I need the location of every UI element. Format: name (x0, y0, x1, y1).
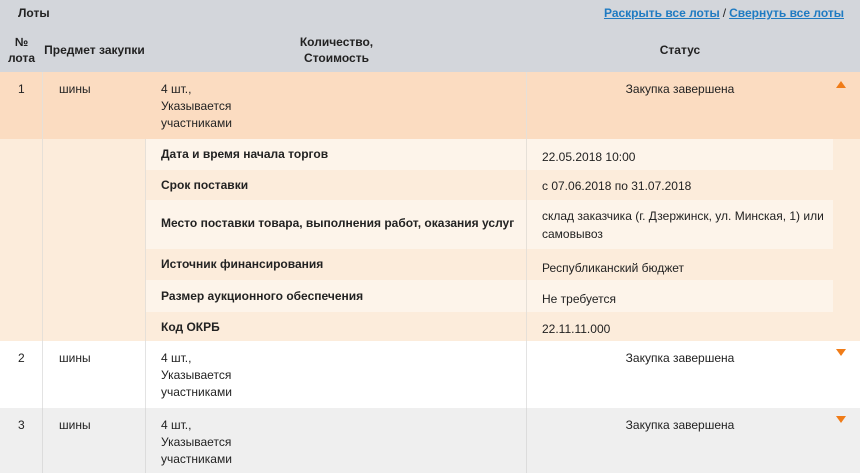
expand-arrow-icon[interactable] (836, 349, 846, 356)
links-separator: / (722, 6, 727, 20)
detail-value: склад заказчика (г. Дзержинск, ул. Минск… (542, 209, 824, 241)
detail-row: Дата и время начала торгов 22.05.2018 10… (0, 139, 860, 170)
expand-collapse-links: Раскрыть все лоты / Свернуть все лоты (604, 6, 844, 20)
detail-label: Дата и время начала торгов (161, 147, 329, 161)
lot-quantity: 4 шт., Указывается участниками (146, 341, 527, 408)
lot-details: Дата и время начала торгов 22.05.2018 10… (0, 139, 860, 341)
lot-subject: шины (59, 82, 91, 96)
detail-label: Размер аукционного обеспечения (161, 289, 364, 303)
lot-row[interactable]: 2 шины 4 шт., Указывается участниками Заку… (0, 341, 860, 408)
detail-row: Срок поставки с 07.06.2018 по 31.07.2018 (0, 170, 860, 200)
lot-status: Закупка завершена (625, 82, 735, 96)
detail-row: Источник финансирования Республиканский … (0, 249, 860, 280)
lot-quantity: 4 шт., Указывается участниками (146, 72, 527, 139)
detail-row: Размер аукционного обеспечения Не требуе… (0, 280, 860, 312)
table-header: № лота Предмет закупки Количество, Стоимос… (0, 28, 860, 72)
detail-row: Код ОКРБ 22.11.11.000 (0, 312, 860, 341)
detail-label: Источник финансирования (161, 257, 324, 271)
detail-row: Место поставки товара, выполнения работ,… (0, 200, 860, 249)
detail-label: Срок поставки (161, 178, 249, 192)
detail-value: с 07.06.2018 по 31.07.2018 (542, 179, 692, 193)
lot-subject: шины (43, 341, 146, 408)
expand-arrow-icon[interactable] (836, 416, 846, 423)
detail-value: Республиканский бюджет (542, 261, 685, 275)
lot-number: 2 (0, 341, 43, 408)
detail-value: Не требуется (542, 292, 616, 306)
lot-number: 1 (0, 72, 43, 139)
detail-value: 22.05.2018 10:00 (542, 150, 636, 164)
lot-subject: шины (43, 408, 146, 473)
col-header-subject: Предмет закупки (44, 43, 145, 57)
col-header-lot-number: № лота (7, 35, 36, 65)
lot-row[interactable]: 3 шины 4 шт., Указывается участниками Заку… (0, 408, 860, 473)
expand-all-link[interactable]: Раскрыть все лоты (604, 6, 720, 20)
lot-quantity: 4 шт., Указывается участниками (146, 408, 527, 473)
lot-row[interactable]: 1 шины 4 шт., Указывается участниками Заку… (0, 72, 860, 139)
detail-label: Код ОКРБ (161, 320, 220, 334)
col-header-status: Статус (659, 43, 701, 57)
collapse-arrow-icon[interactable] (836, 81, 846, 88)
lots-header-bar: Лоты Раскрыть все лоты / Свернуть все лоты (0, 0, 860, 28)
lot-status: Закупка завершена (625, 418, 735, 432)
collapse-all-link[interactable]: Свернуть все лоты (729, 6, 844, 20)
lot-status: Закупка завершена (625, 351, 735, 365)
lot-number: 3 (0, 408, 43, 473)
detail-label: Место поставки товара, выполнения работ,… (161, 216, 515, 230)
detail-value: 22.11.11.000 (542, 322, 611, 336)
col-header-quantity: Количество, Стоимость (299, 35, 374, 65)
lots-title: Лоты (18, 6, 50, 20)
